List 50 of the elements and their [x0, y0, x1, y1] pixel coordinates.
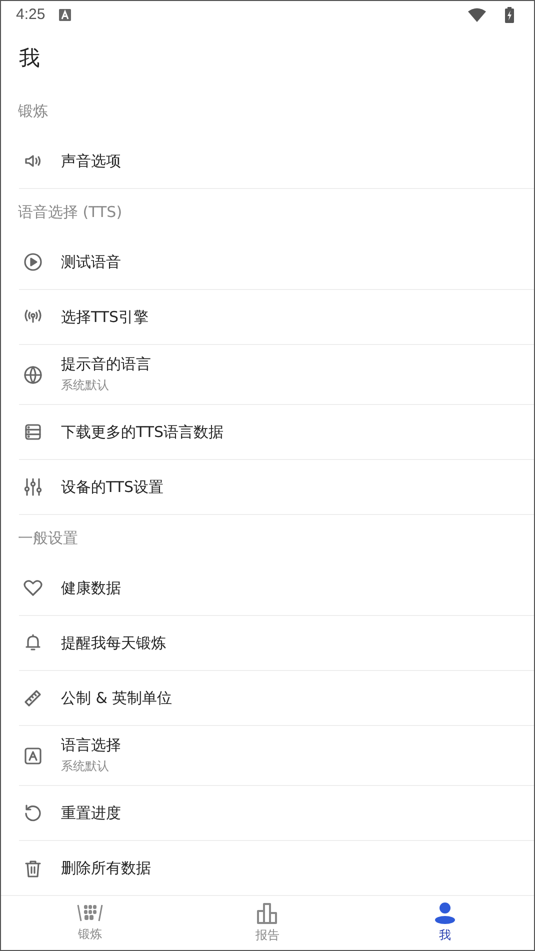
wifi-icon [468, 8, 486, 22]
settings-item[interactable]: 选择TTS引擎 [19, 290, 534, 345]
settings-item[interactable]: 声音选项 [19, 134, 534, 189]
settings-item[interactable]: 删除所有数据 [19, 841, 534, 895]
page-title: 我 [18, 45, 41, 72]
play-icon [23, 252, 43, 272]
item-label: 语言选择 [61, 736, 121, 755]
settings-item[interactable]: 设备的TTS设置 [19, 460, 534, 515]
item-label: 声音选项 [61, 152, 121, 170]
bell-icon [23, 633, 43, 653]
item-label: 选择TTS引擎 [61, 308, 149, 326]
item-label: 公制 & 英制单位 [61, 688, 172, 708]
item-label: 设备的TTS设置 [61, 478, 164, 496]
nav-tab[interactable]: 锻炼 [1, 896, 179, 950]
section-header: 语音选择 (TTS) [17, 202, 124, 222]
section-header: 一般设置 [17, 528, 79, 548]
item-label: 重置进度 [61, 804, 121, 822]
settings-item[interactable]: 公制 & 英制单位 [19, 671, 534, 726]
settings-item[interactable]: 重置进度 [19, 786, 534, 841]
abs-icon [76, 903, 103, 923]
item-label: 提醒我每天锻炼 [61, 634, 166, 652]
sliders-icon [23, 477, 43, 497]
globe-icon [23, 364, 43, 384]
letter-icon [23, 746, 43, 766]
item-subtitle: 系统默认 [61, 758, 110, 775]
settings-item[interactable]: 提醒我每天锻炼 [19, 616, 534, 671]
storage-icon [23, 422, 43, 442]
settings-item[interactable]: 语言选择 系统默认 [19, 726, 534, 786]
person-icon [434, 902, 456, 924]
notification-icon [59, 8, 72, 20]
reset-icon [23, 803, 43, 823]
trash-icon [23, 858, 43, 878]
bar-chart-icon [256, 902, 280, 924]
item-label: 删除所有数据 [61, 859, 151, 878]
item-label: 测试语音 [61, 252, 121, 272]
item-label: 健康数据 [61, 578, 121, 598]
settings-item[interactable]: 下载更多的TTS语言数据 [19, 405, 534, 460]
status-time: 4:25 [16, 6, 46, 23]
item-subtitle: 系统默认 [61, 377, 110, 394]
settings-item[interactable]: 提示音的语言 系统默认 [19, 345, 534, 405]
item-label: 下载更多的TTS语言数据 [61, 422, 224, 442]
section-header: 锻炼 [17, 100, 49, 122]
nav-tab[interactable]: 我 [356, 896, 534, 950]
settings-item[interactable]: 测试语音 [19, 235, 534, 290]
item-label: 提示音的语言 [61, 355, 151, 374]
battery-icon [505, 6, 514, 22]
ruler-icon [23, 688, 43, 708]
nav-tab[interactable]: 报告 [178, 896, 356, 950]
settings-item[interactable]: 健康数据 [19, 561, 534, 616]
heart-icon [23, 578, 43, 598]
